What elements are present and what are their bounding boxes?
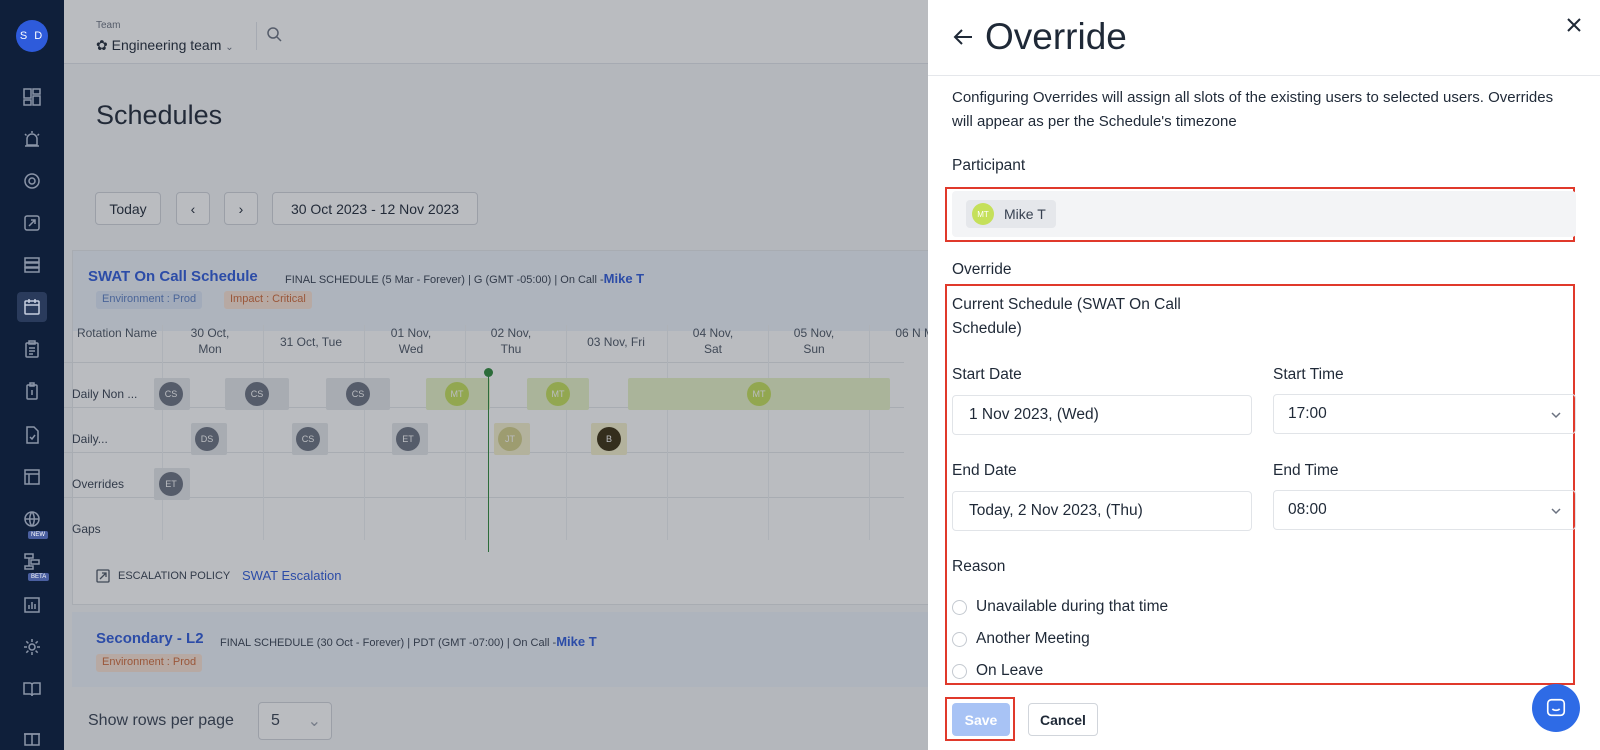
- participant-field[interactable]: MT Mike T: [952, 191, 1576, 237]
- radio-circle[interactable]: [952, 599, 967, 615]
- close-icon[interactable]: [1565, 16, 1583, 34]
- reason-radio-meeting[interactable]: Another Meeting: [952, 630, 1090, 648]
- participant-chip[interactable]: MT Mike T: [966, 200, 1056, 228]
- new-badge: NEW: [28, 531, 48, 539]
- current-schedule-label: Current Schedule (SWAT On Call Schedule): [952, 296, 1181, 337]
- reason-radio-leave[interactable]: On Leave: [952, 662, 1043, 680]
- end-time-value: 08:00: [1288, 501, 1327, 518]
- settings-icon[interactable]: [21, 636, 43, 658]
- globe-icon[interactable]: [21, 508, 43, 530]
- runbook-icon[interactable]: [21, 380, 43, 402]
- radio-circle[interactable]: [952, 631, 967, 647]
- chat-icon: [1546, 698, 1566, 717]
- radio-label: Another Meeting: [976, 630, 1090, 647]
- alert-icon[interactable]: [21, 128, 43, 150]
- participant-avatar: MT: [972, 203, 994, 225]
- participant-name: Mike T: [1004, 206, 1046, 222]
- highlight-box: [945, 284, 1575, 685]
- radio-label: Unavailable during that time: [976, 598, 1169, 615]
- participant-label: Participant: [952, 157, 1026, 174]
- sidebar: S D NEW BETA: [0, 0, 64, 750]
- chevron-down-icon: [1549, 504, 1563, 518]
- start-time-value: 17:00: [1288, 405, 1327, 422]
- calendar-icon[interactable]: [17, 292, 47, 322]
- start-date-input[interactable]: 1 Nov 2023, (Wed): [952, 395, 1252, 435]
- panel-header: Override: [928, 0, 1600, 76]
- user-avatar[interactable]: S D: [16, 20, 48, 52]
- end-time-label: End Time: [1273, 462, 1339, 479]
- start-time-select[interactable]: 17:00: [1273, 394, 1576, 434]
- end-date-label: End Date: [952, 462, 1017, 479]
- radio-circle[interactable]: [952, 663, 967, 679]
- escalation-icon[interactable]: [21, 212, 43, 234]
- reason-label: Reason: [952, 558, 1006, 575]
- start-time-label: Start Time: [1273, 366, 1344, 383]
- services-icon[interactable]: [21, 254, 43, 276]
- workflow-icon[interactable]: [21, 550, 43, 572]
- modal-overlay[interactable]: [64, 0, 928, 750]
- panel-description: Configuring Overrides will assign all sl…: [952, 89, 1554, 130]
- reason-radio-unavailable[interactable]: Unavailable during that time: [952, 598, 1168, 616]
- chevron-down-icon: [1549, 408, 1563, 422]
- chat-button[interactable]: [1532, 684, 1580, 732]
- dashboard-icon[interactable]: [21, 86, 43, 108]
- analytics-icon[interactable]: [21, 594, 43, 616]
- save-button[interactable]: Save: [952, 703, 1010, 736]
- clipboard-icon[interactable]: [21, 338, 43, 360]
- end-time-select[interactable]: 08:00: [1273, 490, 1576, 530]
- back-arrow-icon[interactable]: [952, 26, 974, 48]
- status-page-icon[interactable]: [21, 466, 43, 488]
- beta-badge: BETA: [28, 573, 50, 581]
- docs-icon[interactable]: [21, 678, 43, 700]
- end-date-input[interactable]: Today, 2 Nov 2023, (Thu): [952, 491, 1252, 531]
- override-panel: Override Configuring Overrides will assi…: [928, 0, 1600, 750]
- checklist-icon[interactable]: [21, 424, 43, 446]
- cancel-button[interactable]: Cancel: [1028, 703, 1098, 736]
- start-date-label: Start Date: [952, 366, 1022, 383]
- radio-label: On Leave: [976, 662, 1044, 679]
- target-icon[interactable]: [21, 170, 43, 192]
- override-label: Override: [952, 261, 1012, 278]
- panel-title: Override: [985, 16, 1127, 57]
- gift-icon[interactable]: [21, 726, 43, 748]
